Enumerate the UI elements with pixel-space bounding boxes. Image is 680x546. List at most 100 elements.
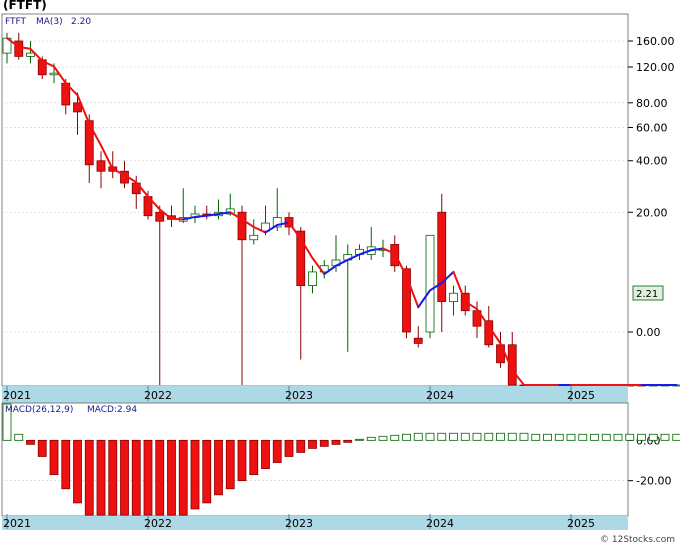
candle-body: [155, 211, 165, 222]
macd-bar: [120, 439, 129, 516]
price-tick-label: 60.00: [636, 121, 668, 134]
macd-bar: [390, 434, 400, 441]
macd-bar: [437, 432, 447, 441]
year-label: 2022: [144, 389, 172, 402]
year-label: 2024: [426, 517, 454, 530]
macd-legend-label: MACD(26,12,9): [5, 405, 73, 415]
macd-bar: [519, 432, 529, 441]
price-tick-label: 120.00: [636, 61, 675, 74]
macd-bar: [296, 439, 306, 453]
year-label: 2024: [426, 389, 454, 402]
macd-bar: [613, 433, 623, 441]
macd-bar: [413, 432, 423, 441]
candle-body: [26, 52, 35, 57]
macd-bar: [507, 432, 517, 441]
candle-body: [237, 211, 247, 241]
macd-bar: [202, 439, 212, 504]
year-label: 2021: [3, 517, 31, 530]
candle-body: [14, 40, 24, 57]
price-tick-label: 160.00: [636, 35, 675, 48]
candle-body: [308, 271, 317, 286]
macd-year-axis-band: [2, 516, 628, 530]
macd-bar: [96, 439, 106, 516]
macd-bar: [308, 439, 317, 449]
candle-body: [425, 234, 435, 333]
macd-bar: [472, 432, 482, 441]
macd-bar: [214, 439, 223, 496]
price-tick-label: 40.00: [636, 155, 668, 168]
footer-credit: © 12Stocks.com: [600, 535, 675, 545]
macd-bar: [143, 439, 153, 516]
candle-body: [249, 234, 259, 241]
macd-bar: [61, 439, 71, 490]
candle-body: [96, 160, 106, 172]
year-label: 2025: [567, 389, 595, 402]
macd-bar: [108, 439, 118, 516]
macd-bar: [672, 433, 680, 441]
macd-bar: [331, 439, 341, 445]
chart-canvas: 160.00 120.00 80.00 60.00 40.00 20.00 0.00 FTF…: [0, 0, 680, 546]
macd-legend-value: MACD:2.94: [87, 405, 137, 415]
price-panel: [1, 13, 629, 387]
macd-bar: [84, 439, 94, 516]
macd-bar: [378, 435, 388, 441]
ma-segment: [170, 217, 185, 221]
macd-bar: [272, 439, 282, 463]
macd-bar: [167, 439, 176, 516]
macd-bar: [566, 433, 576, 441]
price-legend-ma-value: 2.20: [71, 17, 91, 27]
macd-bar: [73, 439, 82, 504]
price-tick-label: 20.00: [636, 206, 668, 219]
macd-panel: [1, 402, 629, 517]
candle-body: [49, 72, 59, 76]
macd-bar: [155, 439, 165, 516]
ma-segment: [194, 214, 208, 218]
macd-bar: [460, 432, 470, 441]
macd-bar: [531, 433, 541, 441]
price-legend-symbol: FTFT: [5, 17, 27, 27]
macd-bar: [590, 433, 599, 441]
macd-bar: [449, 432, 458, 441]
macd-bar: [190, 439, 200, 510]
year-label: 2023: [285, 389, 313, 402]
macd-bar: [554, 433, 564, 441]
price-year-axis-band: [2, 386, 628, 403]
price-tick-label: 80.00: [636, 97, 668, 110]
macd-bar: [496, 432, 505, 441]
macd-bar: [131, 439, 141, 516]
chart-title: (FTFT): [3, 0, 47, 12]
macd-bar: [425, 432, 435, 441]
macd-bar: [284, 439, 294, 457]
macd-bar: [26, 439, 35, 445]
macd-tick-label: -20.00: [636, 475, 671, 488]
candle-body: [413, 337, 423, 344]
macd-bar: [355, 438, 364, 441]
macd-bar: [237, 439, 247, 482]
macd-bar: [637, 433, 646, 441]
macd-bar: [601, 433, 611, 441]
macd-bar: [14, 433, 24, 441]
macd-bar: [625, 433, 635, 441]
candle-body: [484, 320, 494, 346]
year-label: 2021: [3, 389, 31, 402]
macd-bar: [261, 439, 270, 469]
price-legend-ma-label: MA(3): [36, 17, 63, 27]
year-label: 2022: [144, 517, 172, 530]
macd-bar: [178, 439, 188, 516]
macd-bar: [543, 433, 552, 441]
price-tick-label: 0.00: [636, 326, 661, 339]
macd-bar: [49, 439, 59, 476]
candle-body: [437, 211, 447, 302]
macd-bar: [402, 433, 411, 441]
macd-bar: [225, 439, 235, 490]
last-price-label: 2.21: [636, 289, 658, 300]
macd-bar: [484, 432, 494, 441]
macd-bar: [343, 439, 353, 443]
year-label: 2023: [285, 517, 313, 530]
macd-bar: [366, 436, 376, 441]
candle-body: [449, 292, 458, 302]
macd-bar: [660, 433, 670, 441]
macd-bar: [578, 433, 588, 441]
year-label: 2025: [567, 517, 595, 530]
macd-bar: [319, 439, 329, 447]
